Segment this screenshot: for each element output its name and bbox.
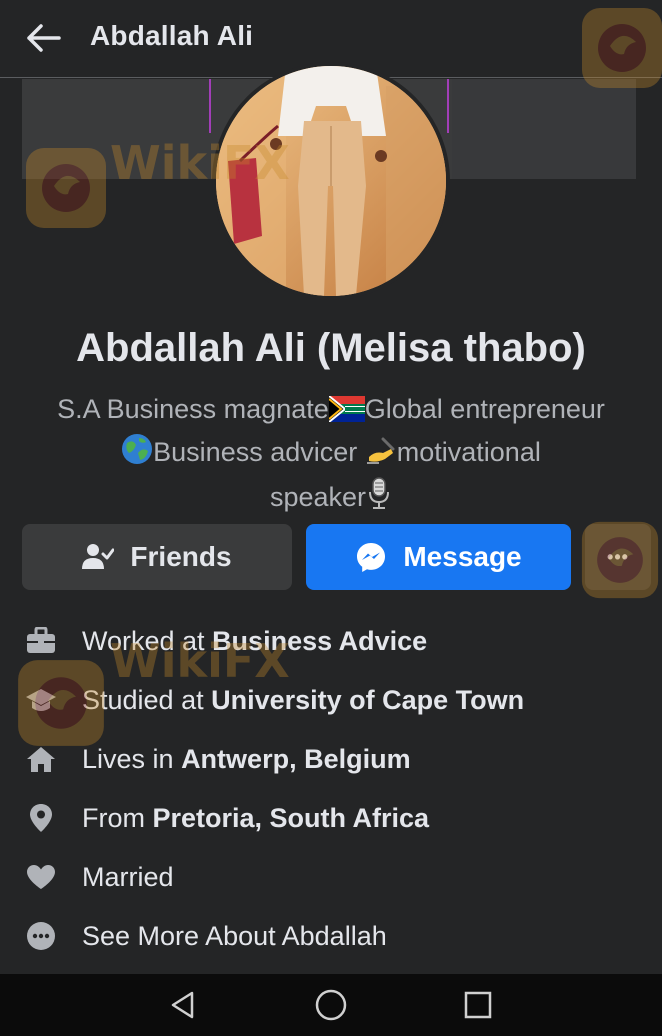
detail-value: University of Cape Town [211,684,525,715]
circle-home-icon [315,989,347,1021]
messenger-icon [355,541,387,573]
bio-line-3: speaker [30,476,632,521]
cover-accent-line [447,79,449,133]
detail-prefix: From [82,802,153,833]
detail-hometown[interactable]: From Pretoria, South Africa [0,793,662,843]
bio-line-1: S.A Business magnate Global entrepreneur [30,390,632,433]
briefcase-icon [24,624,58,658]
see-more-about-link[interactable]: See More About Abdallah [0,911,662,961]
heart-icon [24,860,58,894]
bio-text: Business advicer [153,437,365,467]
home-icon [24,742,58,776]
bio-text: motivational [396,437,541,467]
more-dots-label: ••• [607,546,629,567]
detail-residence-text: Lives in Antwerp, Belgium [82,744,411,775]
bio-text: Global entrepreneur [364,394,605,424]
detail-hometown-text: From Pretoria, South Africa [82,803,429,834]
graduation-cap-icon [24,683,58,717]
detail-value: Pretoria, South Africa [152,802,430,833]
see-more-about-text: See More About Abdallah [82,920,387,951]
nav-recents-button[interactable] [461,988,495,1022]
detail-prefix: Married [82,861,174,892]
detail-prefix: Studied at [82,684,212,715]
friends-check-icon [82,543,115,571]
cover-accent-line [209,79,211,133]
friends-button[interactable]: Friends [22,524,292,590]
bio-line-2: Business advicer motivational [30,433,632,476]
detail-relationship-text: Married [82,862,174,893]
friends-label: Friends [130,541,232,572]
detail-education-text: Studied at University of Cape Town [82,685,524,716]
profile-name: Abdallah Ali (Melisa thabo) [76,326,586,370]
writing-hand-icon [365,435,397,476]
more-dots-icon [24,919,58,953]
detail-prefix: Lives in [82,743,182,774]
cover-photo-right [452,79,636,179]
header-title: Abdallah Ali [90,20,254,51]
detail-value: Antwerp, Belgium [181,743,411,774]
square-recents-icon [464,991,492,1019]
detail-value: Business Advice [212,625,428,656]
location-pin-icon [24,801,58,835]
more-options-button[interactable]: ••• [585,524,651,590]
bio-text: S.A Business magnate [57,394,329,424]
back-button[interactable] [22,18,64,58]
message-button[interactable]: Message [306,524,571,590]
bio-text: speaker [269,482,367,512]
detail-education[interactable]: Studied at University of Cape Town [0,675,662,725]
detail-work-text: Worked at Business Advice [82,626,427,657]
back-arrow-icon [27,24,61,52]
system-navigation-bar [0,974,662,1036]
south-africa-flag-icon [328,394,365,433]
nav-home-button[interactable] [314,988,348,1022]
detail-residence[interactable]: Lives in Antwerp, Belgium [0,734,662,784]
profile-picture[interactable] [212,62,450,300]
globe-icon [121,433,153,476]
detail-relationship[interactable]: Married [0,852,662,902]
triangle-back-icon [171,991,194,1019]
message-label: Message [403,541,522,572]
nav-back-button[interactable] [166,988,200,1022]
profile-bio: S.A Business magnate Global entrepreneur … [30,390,632,521]
detail-prefix: Worked at [82,625,213,656]
detail-work[interactable]: Worked at Business Advice [0,616,662,666]
microphone-icon [366,476,392,521]
